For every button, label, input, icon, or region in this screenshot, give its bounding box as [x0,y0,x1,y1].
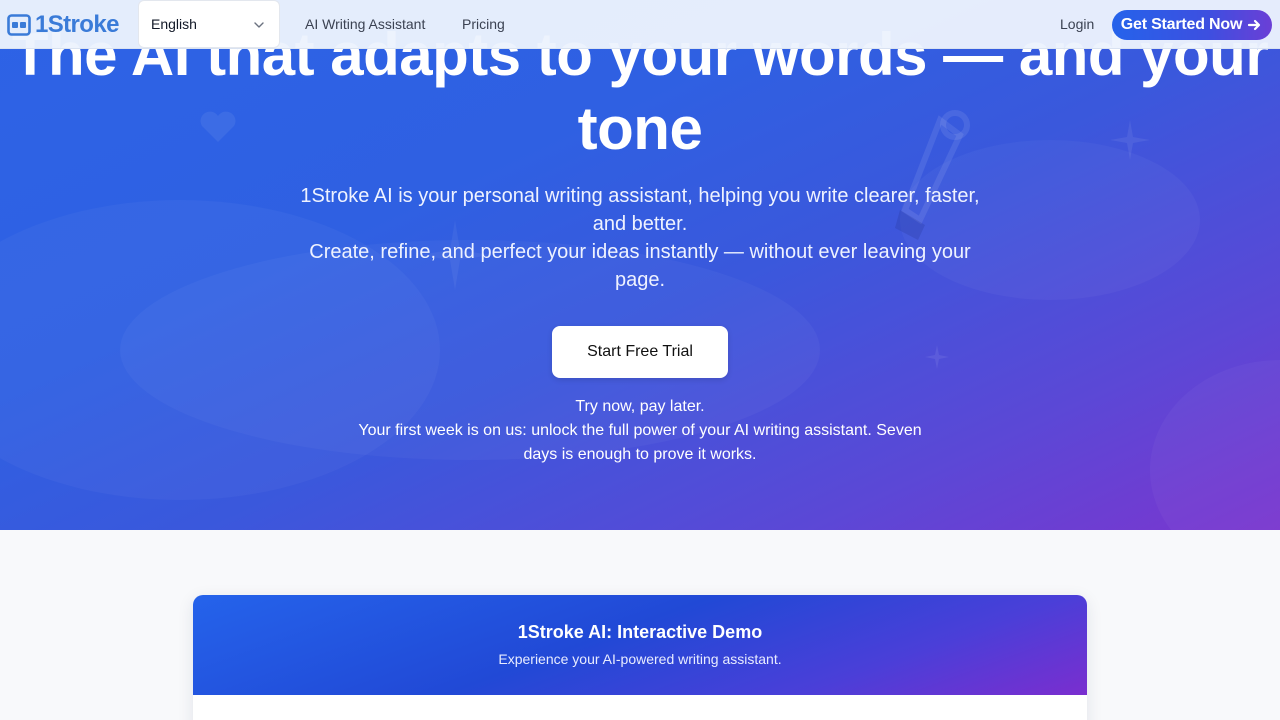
hero-subtitle-line: 1Stroke AI is your personal writing assi… [300,185,980,235]
brand-logo[interactable]: 1Stroke [7,11,119,39]
language-select-value: English [151,16,197,32]
start-free-trial-button[interactable]: Start Free Trial [552,326,728,378]
hero-subtitle: 1Stroke AI is your personal writing assi… [300,182,980,294]
nav-link-pricing[interactable]: Pricing [462,16,505,32]
interactive-demo-card: 1Stroke AI: Interactive Demo Experience … [193,595,1087,720]
arrow-right-icon [1248,19,1261,31]
hero-section: The AI that adapts to your words — and y… [0,0,1280,530]
trial-note-headline: Try now, pay later. [575,398,705,415]
nav-link-ai-writing-assistant[interactable]: AI Writing Assistant [305,16,425,32]
get-started-label: Get Started Now [1120,16,1243,33]
sparkle-icon [925,345,949,369]
language-select[interactable]: English [138,0,280,48]
demo-header: 1Stroke AI: Interactive Demo Experience … [193,595,1087,695]
get-started-button[interactable]: Get Started Now [1112,10,1272,40]
trial-note-body: Your first week is on us: unlock the ful… [358,422,922,463]
trial-note: Try now, pay later. Your first week is o… [340,395,940,467]
demo-subtitle: Experience your AI-powered writing assis… [498,651,782,667]
hero-cloud-decoration [1150,360,1280,530]
demo-title: 1Stroke AI: Interactive Demo [517,622,763,642]
top-navbar: 1Stroke English AI Writing Assistant Pri… [0,0,1280,49]
brand-name: 1Stroke [35,11,119,38]
login-link[interactable]: Login [1060,16,1094,32]
hero-subtitle-line: Create, refine, and perfect your ideas i… [309,241,971,291]
chevron-down-icon [254,22,264,28]
logo-mark-icon [7,14,31,36]
